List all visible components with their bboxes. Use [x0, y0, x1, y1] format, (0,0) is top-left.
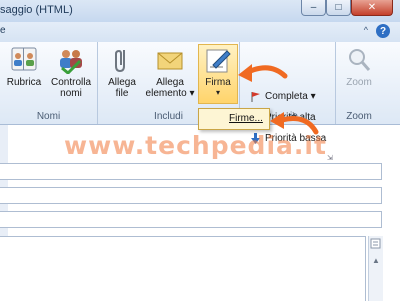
paperclip-icon: [107, 46, 137, 74]
ribbon-collapse-icon[interactable]: ^: [364, 25, 368, 35]
rubrica-label: Rubrica: [6, 77, 42, 88]
allega-file-label-1: Allega: [108, 77, 136, 88]
group-zoom: Zoom Zoom: [336, 42, 382, 124]
allega-file-label-2: file: [115, 88, 129, 99]
arrow-to-firme-icon: [270, 112, 319, 135]
group-dialog-launcher-icon[interactable]: ⇲: [327, 154, 333, 162]
magnifier-icon: [344, 46, 374, 74]
rubrica-button[interactable]: Rubrica: [4, 46, 44, 88]
check-names-icon: [56, 46, 86, 76]
address-book-icon: [9, 46, 39, 74]
flag-icon: [250, 91, 261, 102]
zoom-button[interactable]: Zoom: [339, 46, 379, 88]
controlla-label-2: nomi: [60, 88, 82, 99]
firma-dropdown-arrow: ▾: [215, 88, 220, 97]
ribbon-tab-label[interactable]: e: [0, 25, 6, 36]
message-body[interactable]: [0, 236, 366, 301]
group-nomi-label: Nomi: [36, 111, 61, 122]
completa-label: Completa ▾: [265, 91, 316, 102]
close-button[interactable]: ✕: [351, 0, 393, 16]
cc-field[interactable]: [0, 187, 382, 204]
allega-elemento-label-2: elemento ▾: [145, 88, 195, 99]
group-nomi: Rubrica Controlla nomi Nomi: [0, 42, 98, 124]
group-zoom-label: Zoom: [346, 111, 372, 122]
allega-elemento-button[interactable]: Allega elemento ▾: [142, 46, 198, 99]
ruler-icon[interactable]: [370, 238, 381, 249]
controlla-label-1: Controlla: [50, 77, 92, 88]
firma-dropdown-menu: Firme...: [198, 108, 270, 130]
arrow-to-firma-icon: [238, 64, 288, 82]
zoom-label: Zoom: [346, 77, 372, 88]
help-icon[interactable]: ?: [376, 24, 390, 38]
signature-pen-icon: [203, 47, 233, 75]
allega-elemento-label-1: Allega: [156, 77, 184, 88]
completa-button[interactable]: Completa ▾: [250, 91, 316, 102]
scroll-up-icon[interactable]: ▲: [372, 256, 380, 265]
envelope-icon: [155, 46, 185, 74]
to-field[interactable]: [0, 163, 382, 180]
controlla-nomi-button[interactable]: Controlla nomi: [46, 46, 96, 99]
window-title: saggio (HTML): [0, 4, 73, 16]
title-bar: saggio (HTML) – □ ✕: [0, 0, 400, 22]
ribbon-tab-row: e ^ ?: [0, 22, 400, 42]
maximize-button[interactable]: □: [326, 0, 351, 16]
minimize-button[interactable]: –: [301, 0, 326, 16]
subject-field[interactable]: [0, 211, 382, 228]
allega-file-button[interactable]: Allega file: [102, 46, 142, 99]
menu-item-firme[interactable]: Firme...: [229, 113, 263, 124]
vertical-scrollbar[interactable]: ▲: [368, 236, 383, 301]
